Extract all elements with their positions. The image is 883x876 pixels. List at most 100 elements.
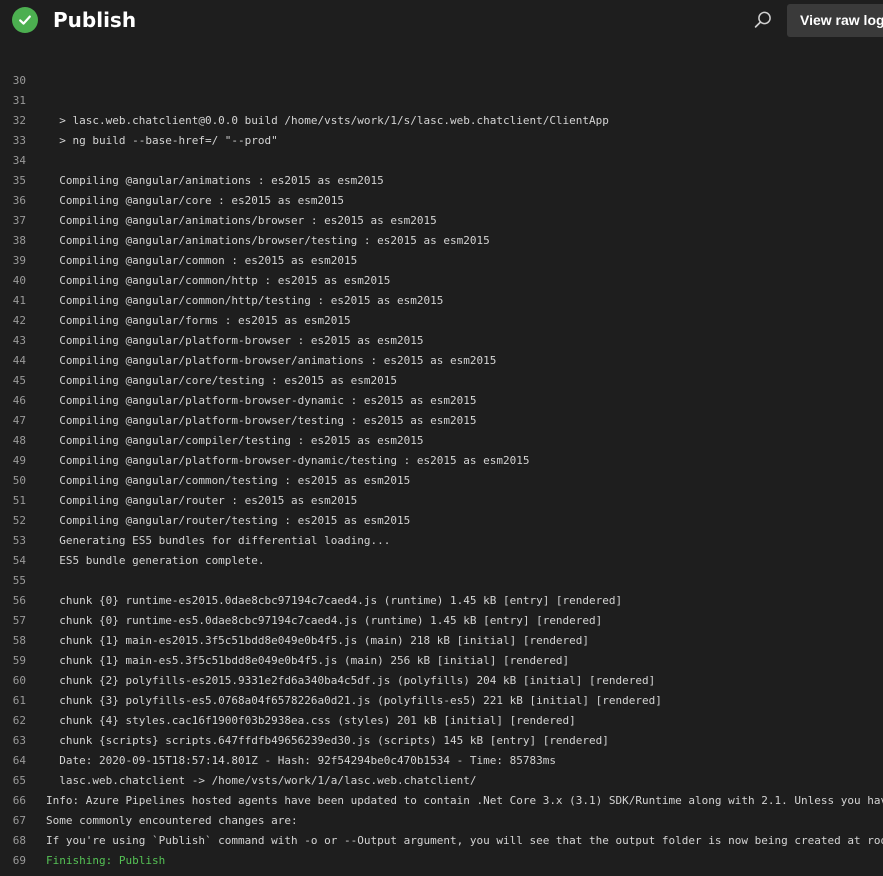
log-line-text: Compiling @angular/router : es2015 as es… [46,494,358,507]
line-number: 54 [12,554,26,567]
line-number: 56 [12,594,26,607]
line-number: 47 [12,414,26,427]
log-line: 67 Some commonly encountered changes are: [0,811,883,831]
line-number: 40 [12,274,26,287]
line-number: 38 [12,234,26,247]
line-number: 48 [12,434,26,447]
line-number: 42 [12,314,26,327]
log-line-text: Compiling @angular/platform-browser/anim… [46,354,497,367]
log-line: 52 Compiling @angular/router/testing : e… [0,511,883,531]
line-number: 50 [12,474,26,487]
log-line: 41 Compiling @angular/common/http/testin… [0,291,883,311]
log-line: 54 ES5 bundle generation complete. [0,551,883,571]
line-number: 65 [12,774,26,787]
line-number: 36 [12,194,26,207]
log-line: 69 Finishing: Publish [0,851,883,871]
line-number: 43 [12,334,26,347]
log-line: 56 chunk {0} runtime-es2015.0dae8cbc9719… [0,591,883,611]
log-line: 45 Compiling @angular/core/testing : es2… [0,371,883,391]
log-line: 68 If you're using `Publish` command with… [0,831,883,851]
log-line-text: > ng build --base-href=/ "--prod" [46,134,278,147]
line-number: 68 [12,834,26,847]
log-viewer: 30 31 32 > lasc.web.chatclient@0.0.0 build… [0,71,883,871]
line-number: 30 [12,74,26,87]
line-number: 60 [12,674,26,687]
log-line: 42 Compiling @angular/forms : es2015 as … [0,311,883,331]
line-number: 57 [12,614,26,627]
log-line: 33 > ng build --base-href=/ "--prod" [0,131,883,151]
line-number: 32 [12,114,26,127]
log-line: 49 Compiling @angular/platform-browser-d… [0,451,883,471]
log-line-text: Compiling @angular/compiler/testing : es… [46,434,424,447]
line-number: 49 [12,454,26,467]
log-line-text: chunk {4} styles.cac16f1900f03b2938ea.cs… [46,714,576,727]
log-line: 46 Compiling @angular/platform-browser-d… [0,391,883,411]
log-header: Publish View raw log [0,0,883,40]
search-icon [754,11,771,28]
log-line: 60 chunk {2} polyfills-es2015.9331e2fd6a… [0,671,883,691]
log-line-text: Compiling @angular/platform-browser-dyna… [46,394,477,407]
line-number: 55 [12,574,26,587]
line-number: 67 [12,814,26,827]
log-line-text: Compiling @angular/animations/browser : … [46,214,437,227]
log-line: 63 chunk {scripts} scripts.647ffdfb49656… [0,731,883,751]
log-line: 47 Compiling @angular/platform-browser/t… [0,411,883,431]
log-line-text: Compiling @angular/common/http/testing :… [46,294,444,307]
log-line-text: Compiling @angular/core : es2015 as esm2… [46,194,345,207]
log-line: 55 [0,571,883,591]
line-number: 44 [12,354,26,367]
log-line: 59 chunk {1} main-es5.3f5c51bdd8e049e0b4… [0,651,883,671]
log-line: 65 lasc.web.chatclient -> /home/vsts/wor… [0,771,883,791]
line-number: 66 [12,794,26,807]
line-number: 33 [12,134,26,147]
log-line-text: chunk {0} runtime-es2015.0dae8cbc97194c7… [46,594,623,607]
log-line: 38 Compiling @angular/animations/browser… [0,231,883,251]
log-line-text: Compiling @angular/platform-browser : es… [46,334,424,347]
log-line-text: chunk {2} polyfills-es2015.9331e2fd6a340… [46,674,656,687]
line-number: 59 [12,654,26,667]
log-line: 36 Compiling @angular/core : es2015 as e… [0,191,883,211]
line-number: 62 [12,714,26,727]
log-line: 31 [0,91,883,111]
line-number: 53 [12,534,26,547]
search-button[interactable] [750,8,776,32]
line-number: 46 [12,394,26,407]
log-line-text: Compiling @angular/common/http : es2015 … [46,274,391,287]
line-number: 69 [12,854,26,867]
log-line: 30 [0,71,883,91]
line-number: 41 [12,294,26,307]
log-line-text: Some commonly encountered changes are: [46,814,298,827]
log-line-text: Compiling @angular/common : es2015 as es… [46,254,358,267]
view-raw-log-button[interactable]: View raw log [787,4,883,37]
log-line-text: chunk {0} runtime-es5.0dae8cbc97194c7cae… [46,614,603,627]
log-line-text: Compiling @angular/animations : es2015 a… [46,174,384,187]
log-line-text: > lasc.web.chatclient@0.0.0 build /home/… [46,114,609,127]
log-line-text: Compiling @angular/common/testing : es20… [46,474,411,487]
log-line: 62 chunk {4} styles.cac16f1900f03b2938ea… [0,711,883,731]
log-line: 50 Compiling @angular/common/testing : e… [0,471,883,491]
log-line-text: Info: Azure Pipelines hosted agents have… [46,794,883,807]
success-check-icon [12,7,38,33]
line-number: 34 [12,154,26,167]
page-title: Publish [53,8,137,32]
log-line: 48 Compiling @angular/compiler/testing :… [0,431,883,451]
log-line: 39 Compiling @angular/common : es2015 as… [0,251,883,271]
log-line-text: Compiling @angular/router/testing : es20… [46,514,411,527]
log-line: 35 Compiling @angular/animations : es201… [0,171,883,191]
log-line-text: lasc.web.chatclient -> /home/vsts/work/1… [46,774,477,787]
line-number: 35 [12,174,26,187]
log-line-text: Compiling @angular/platform-browser/test… [46,414,477,427]
line-number: 61 [12,694,26,707]
log-line: 34 [0,151,883,171]
log-line-text: Compiling @angular/platform-browser-dyna… [46,454,530,467]
log-line: 53 Generating ES5 bundles for differenti… [0,531,883,551]
line-number: 37 [12,214,26,227]
log-line: 44 Compiling @angular/platform-browser/a… [0,351,883,371]
log-line: 57 chunk {0} runtime-es5.0dae8cbc97194c7… [0,611,883,631]
line-number: 51 [12,494,26,507]
log-line-text: chunk {1} main-es5.3f5c51bdd8e049e0b4f5.… [46,654,570,667]
log-line: 40 Compiling @angular/common/http : es20… [0,271,883,291]
line-number: 39 [12,254,26,267]
log-line: 32 > lasc.web.chatclient@0.0.0 build /ho… [0,111,883,131]
line-number: 63 [12,734,26,747]
